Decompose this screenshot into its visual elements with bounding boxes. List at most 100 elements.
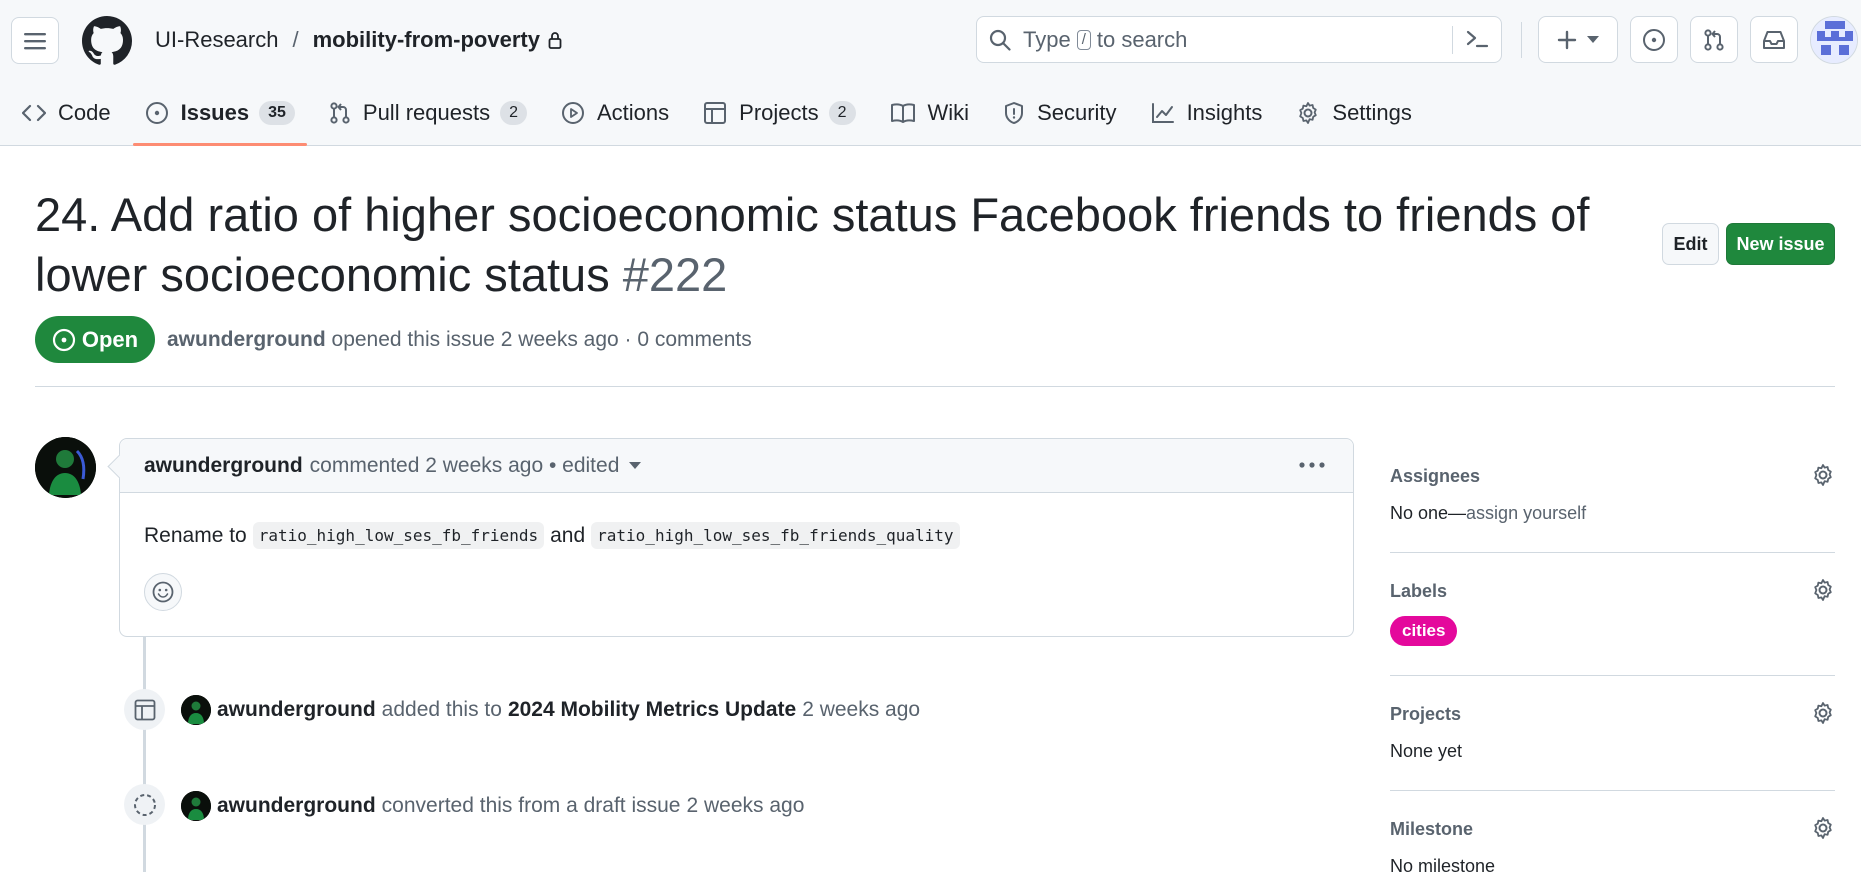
triangle-down-icon[interactable] — [629, 461, 642, 470]
event-action: converted this from a draft issue — [381, 794, 681, 817]
timeline-event: awunderground added this to 2024 Mobilit… — [181, 695, 920, 725]
tab-insights[interactable]: Insights — [1139, 90, 1275, 136]
global-header: UI-Research / mobility-from-poverty Type… — [0, 0, 1861, 146]
sidebar-divider — [1390, 675, 1835, 676]
tab-security[interactable]: Security — [991, 90, 1128, 136]
issue-state-label: Open — [81, 326, 139, 352]
breadcrumb-separator: / — [292, 27, 299, 52]
comment-meta[interactable]: commented 2 weeks ago • edited — [310, 454, 620, 478]
search-divider — [1452, 26, 1453, 54]
issue-title-text: 24. Add ratio of higher socioeconomic st… — [35, 188, 1590, 301]
breadcrumb-owner-link[interactable]: UI-Research — [155, 26, 278, 54]
event-project-link[interactable]: 2024 Mobility Metrics Update — [508, 698, 796, 722]
issue-opened-icon — [1642, 28, 1666, 52]
inline-code: ratio_high_low_ses_fb_friends — [252, 522, 545, 549]
search-placeholder-prefix: Type — [1023, 26, 1071, 52]
pull-requests-button[interactable] — [1690, 16, 1738, 63]
code-icon — [22, 103, 58, 123]
breadcrumb-repo-link[interactable]: mobility-from-poverty — [313, 26, 540, 54]
command-palette-icon[interactable] — [1465, 28, 1489, 50]
issue-author-link[interactable]: awunderground — [167, 328, 326, 351]
sidebar-projects: Projects None yet — [1390, 701, 1835, 762]
comment-author-link[interactable]: awunderground — [144, 454, 303, 478]
timeline-badge — [124, 689, 165, 730]
search-shortcut-key: / — [1076, 29, 1091, 50]
github-logo-icon[interactable] — [82, 16, 132, 66]
issue-meta: awunderground opened this issue 2 weeks … — [167, 328, 752, 352]
search-placeholder-suffix: to search — [1096, 26, 1188, 52]
event-author-avatar[interactable] — [181, 695, 211, 725]
kebab-horizontal-icon[interactable] — [1299, 455, 1325, 475]
gear-icon[interactable] — [1811, 463, 1835, 487]
sidebar-value: None yet — [1390, 741, 1463, 761]
table-icon — [703, 101, 739, 125]
tab-label: Insights — [1186, 100, 1263, 125]
issue-title: 24. Add ratio of higher socioeconomic st… — [35, 185, 1655, 305]
tab-counter: 35 — [259, 101, 295, 125]
tab-label: Wiki — [927, 100, 970, 125]
tab-label: Pull requests — [362, 100, 491, 125]
timeline-badge — [124, 784, 165, 825]
event-time[interactable]: 2 weeks ago — [802, 698, 920, 722]
search-input[interactable]: Type / to search — [976, 16, 1502, 63]
tab-settings[interactable]: Settings — [1284, 90, 1424, 136]
event-author-link[interactable]: awunderground — [217, 698, 376, 722]
lock-icon — [548, 31, 562, 49]
shield-icon — [1003, 101, 1037, 125]
gear-icon[interactable] — [1811, 578, 1835, 602]
tab-label: Issues — [180, 100, 250, 125]
sidebar-heading: Milestone — [1390, 819, 1474, 839]
issue-draft-icon — [133, 793, 157, 817]
tab-issues[interactable]: Issues 35 — [132, 90, 308, 146]
issue-opened-text: opened this issue 2 weeks ago · 0 commen… — [331, 328, 752, 351]
sidebar-heading: Projects — [1390, 704, 1462, 724]
assignees-none-text: No one— — [1390, 503, 1467, 523]
issue-state-badge: Open — [35, 316, 155, 363]
sidebar-milestone: Milestone No milestone — [1390, 816, 1835, 872]
edit-title-button[interactable]: Edit — [1662, 223, 1719, 265]
user-avatar[interactable] — [1810, 16, 1858, 64]
triangle-down-icon — [1587, 35, 1599, 44]
sidebar-heading: Assignees — [1390, 466, 1481, 486]
issue-number: #222 — [622, 248, 728, 301]
search-icon — [989, 29, 1011, 51]
comment-body: Rename to ratio_high_low_ses_fb_friends … — [120, 493, 1353, 549]
event-author-avatar[interactable] — [181, 791, 211, 821]
sidebar-divider — [1390, 790, 1835, 791]
label-cities[interactable]: cities — [1390, 616, 1458, 646]
book-icon — [890, 102, 928, 124]
comment-author-avatar[interactable] — [35, 437, 96, 498]
smiley-icon — [152, 581, 174, 603]
git-pull-request-icon — [1702, 28, 1726, 52]
event-time[interactable]: 2 weeks ago — [686, 794, 804, 818]
inbox-icon — [1762, 29, 1786, 51]
event-author-link[interactable]: awunderground — [217, 794, 376, 818]
tab-code[interactable]: Code — [10, 90, 123, 136]
tab-wiki[interactable]: Wiki — [878, 90, 982, 136]
hamburger-icon — [24, 32, 46, 50]
assign-yourself-link[interactable]: assign yourself — [1466, 503, 1586, 523]
create-new-button[interactable] — [1538, 16, 1618, 63]
gear-icon[interactable] — [1811, 816, 1835, 840]
tab-pull-requests[interactable]: Pull requests 2 — [317, 90, 539, 136]
issues-button[interactable] — [1630, 16, 1678, 63]
menu-button[interactable] — [11, 17, 59, 64]
tab-label: Security — [1037, 100, 1117, 125]
search-placeholder: Type / to search — [1023, 27, 1187, 53]
repo-tabs: Code Issues 35 Pull requests 2 Actions P… — [0, 90, 1424, 146]
gear-icon[interactable] — [1811, 701, 1835, 725]
new-issue-button[interactable]: New issue — [1726, 223, 1835, 265]
add-reaction-button[interactable] — [144, 573, 182, 611]
comment-text-joiner: and — [550, 523, 586, 547]
sidebar-assignees: Assignees No one—assign yourself — [1390, 463, 1835, 524]
sidebar-heading: Labels — [1390, 581, 1448, 601]
inbox-button[interactable] — [1750, 16, 1798, 63]
sidebar-value: No milestone — [1390, 856, 1496, 872]
tab-counter: 2 — [828, 101, 856, 125]
play-icon — [561, 101, 597, 125]
issue-opened-icon — [52, 328, 76, 352]
tab-actions[interactable]: Actions — [549, 90, 681, 136]
inline-code: ratio_high_low_ses_fb_friends_quality — [591, 522, 960, 549]
sidebar-divider — [1390, 552, 1835, 553]
tab-projects[interactable]: Projects 2 — [691, 90, 867, 136]
